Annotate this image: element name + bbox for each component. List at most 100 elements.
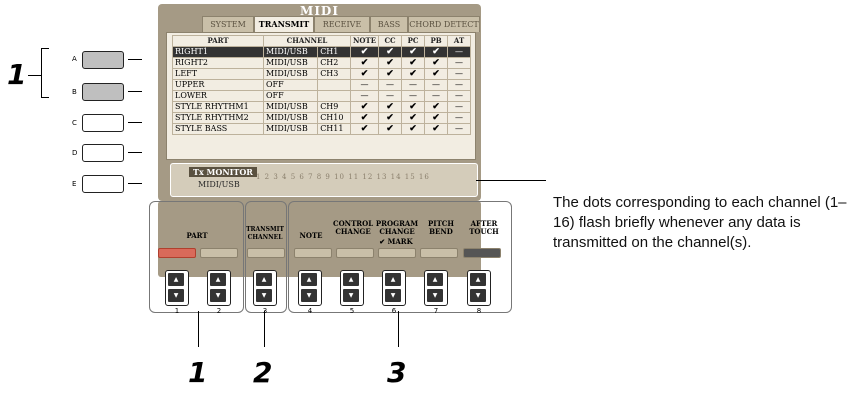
note-check: ✔ xyxy=(349,123,380,135)
col-pb: PB xyxy=(424,35,449,47)
connector-c xyxy=(128,122,142,123)
updown-button-7[interactable]: ▲ ▼ xyxy=(424,270,448,306)
button-e[interactable] xyxy=(82,175,124,193)
at-check: — xyxy=(447,57,472,69)
table-row[interactable]: LEFT MIDI/USB CH3 ✔ ✔ ✔ ✔ — xyxy=(172,68,472,80)
up-arrow-icon[interactable]: ▲ xyxy=(256,273,272,286)
cc-check: ✔ xyxy=(378,68,403,80)
down-arrow-icon[interactable]: ▼ xyxy=(343,289,359,302)
cc-check: ✔ xyxy=(378,57,403,69)
note-header: NOTE xyxy=(299,231,323,240)
row-channel: CH10 xyxy=(317,112,351,124)
step-number-2-bottom: 2 xyxy=(253,356,273,389)
at-check: — xyxy=(447,68,472,80)
up-arrow-icon[interactable]: ▲ xyxy=(470,273,486,286)
table-row[interactable]: LOWER OFF — — — — — xyxy=(172,90,472,102)
col-part: PART xyxy=(172,35,264,47)
down-arrow-icon[interactable]: ▼ xyxy=(256,289,272,302)
updown-button-3[interactable]: ▲ ▼ xyxy=(253,270,277,306)
at-check: — xyxy=(447,101,472,113)
up-arrow-icon[interactable]: ▲ xyxy=(210,273,226,286)
down-arrow-icon[interactable]: ▼ xyxy=(168,289,184,302)
table-row[interactable]: UPPER OFF — — — — — xyxy=(172,79,472,91)
tx-monitor-channel-dots: 1 2 3 4 5 6 7 8 9 10 11 12 13 14 15 16 xyxy=(256,173,430,181)
program-change-selector[interactable] xyxy=(378,248,416,258)
note-check: ✔ xyxy=(349,68,380,80)
note-check: ✔ xyxy=(349,112,380,124)
row-port: MIDI/USB xyxy=(262,101,319,113)
row-part: STYLE BASS xyxy=(172,123,264,135)
button-b-label: B xyxy=(72,88,77,96)
tab-receive[interactable]: RECEIVE xyxy=(314,16,370,32)
row-port: OFF xyxy=(262,79,319,91)
control-change-header: CONTROL CHANGE xyxy=(333,219,374,236)
table-row[interactable]: STYLE BASS MIDI/USB CH11 ✔ ✔ ✔ ✔ — xyxy=(172,123,472,135)
row-part: UPPER xyxy=(172,79,264,91)
table-row[interactable]: RIGHT2 MIDI/USB CH2 ✔ ✔ ✔ ✔ — xyxy=(172,57,472,69)
cc-check: ✔ xyxy=(378,46,403,58)
button-number-8: 8 xyxy=(476,307,482,315)
pb-check: ✔ xyxy=(424,101,449,113)
at-check: — xyxy=(447,79,472,91)
cc-check: — xyxy=(378,79,403,91)
up-arrow-icon[interactable]: ▲ xyxy=(168,273,184,286)
cc-check: ✔ xyxy=(378,112,403,124)
button-b[interactable] xyxy=(82,83,124,101)
tx-monitor-port: MIDI/USB xyxy=(198,180,240,189)
button-number-5: 5 xyxy=(349,307,355,315)
part-selector-1[interactable] xyxy=(158,248,196,258)
table-row[interactable]: RIGHT1 MIDI/USB CH1 ✔ ✔ ✔ ✔ — xyxy=(172,46,472,58)
pb-check: ✔ xyxy=(424,123,449,135)
updown-button-1[interactable]: ▲ ▼ xyxy=(165,270,189,306)
note-selector[interactable] xyxy=(294,248,332,258)
tab-chord-detect[interactable]: CHORD DETECT xyxy=(408,16,480,32)
after-touch-selector[interactable] xyxy=(463,248,501,258)
updown-button-4[interactable]: ▲ ▼ xyxy=(298,270,322,306)
table-row[interactable]: STYLE RHYTHM1 MIDI/USB CH9 ✔ ✔ ✔ ✔ — xyxy=(172,101,472,113)
updown-button-5[interactable]: ▲ ▼ xyxy=(340,270,364,306)
col-at: AT xyxy=(447,35,472,47)
up-arrow-icon[interactable]: ▲ xyxy=(427,273,443,286)
table-header-row: PART CHANNEL NOTE CC PC PB AT xyxy=(172,35,472,47)
at-check: — xyxy=(447,123,472,135)
at-check: — xyxy=(447,46,472,58)
at-check: — xyxy=(447,112,472,124)
button-c-label: C xyxy=(72,119,77,127)
button-d[interactable] xyxy=(82,144,124,162)
up-arrow-icon[interactable]: ▲ xyxy=(385,273,401,286)
transmit-channel-selector[interactable] xyxy=(247,248,285,258)
down-arrow-icon[interactable]: ▼ xyxy=(210,289,226,302)
updown-button-2[interactable]: ▲ ▼ xyxy=(207,270,231,306)
updown-button-8[interactable]: ▲ ▼ xyxy=(467,270,491,306)
up-arrow-icon[interactable]: ▲ xyxy=(343,273,359,286)
pc-check: ✔ xyxy=(401,123,426,135)
pb-check: ✔ xyxy=(424,112,449,124)
button-c[interactable] xyxy=(82,114,124,132)
tab-bass[interactable]: BASS xyxy=(370,16,408,32)
program-change-header: PROGRAM CHANGE xyxy=(375,219,419,236)
table-row[interactable]: STYLE RHYTHM2 MIDI/USB CH10 ✔ ✔ ✔ ✔ — xyxy=(172,112,472,124)
tab-system[interactable]: SYSTEM xyxy=(202,16,254,32)
row-port: MIDI/USB xyxy=(262,112,319,124)
row-channel: CH3 xyxy=(317,68,351,80)
button-a[interactable] xyxy=(82,51,124,69)
pitch-bend-header: PITCH BEND xyxy=(428,219,454,236)
connector-b xyxy=(128,91,142,92)
row-part: STYLE RHYTHM2 xyxy=(172,112,264,124)
part-selector-2[interactable] xyxy=(200,248,238,258)
control-change-selector[interactable] xyxy=(336,248,374,258)
part-header: PART xyxy=(186,231,208,240)
down-arrow-icon[interactable]: ▼ xyxy=(385,289,401,302)
tab-transmit[interactable]: TRANSMIT xyxy=(254,16,314,33)
down-arrow-icon[interactable]: ▼ xyxy=(301,289,317,302)
col-channel: CHANNEL xyxy=(263,35,351,47)
down-arrow-icon[interactable]: ▼ xyxy=(470,289,486,302)
pb-check: ✔ xyxy=(424,68,449,80)
up-arrow-icon[interactable]: ▲ xyxy=(301,273,317,286)
row-part: LOWER xyxy=(172,90,264,102)
updown-button-6[interactable]: ▲ ▼ xyxy=(382,270,406,306)
down-arrow-icon[interactable]: ▼ xyxy=(427,289,443,302)
pb-check: — xyxy=(424,90,449,102)
pitch-bend-selector[interactable] xyxy=(420,248,458,258)
col-pc: PC xyxy=(401,35,426,47)
